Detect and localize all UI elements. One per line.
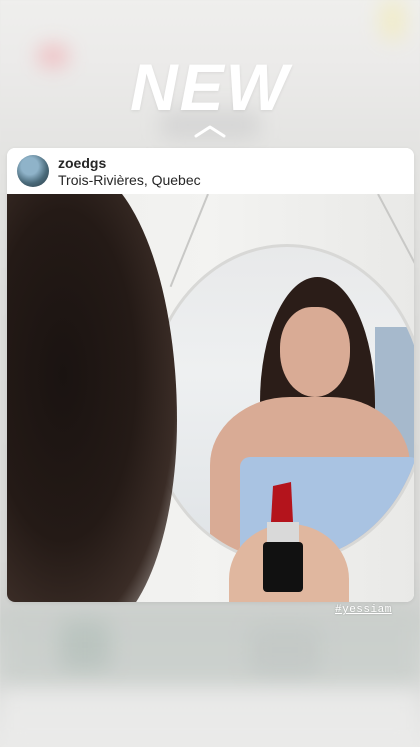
- mirror-chain: [377, 194, 414, 283]
- hashtag-sticker[interactable]: #yessiam: [335, 604, 392, 616]
- bg-blur-shape: [60, 620, 110, 670]
- bg-blur-shape: [380, 0, 405, 40]
- lipstick-icon: [263, 482, 303, 592]
- story-title: NEW: [130, 50, 290, 124]
- bg-blur-shape: [0, 690, 420, 747]
- chevron-up-icon[interactable]: [193, 124, 227, 138]
- post-card[interactable]: zoedgs Trois-Rivières, Quebec: [7, 148, 414, 602]
- username[interactable]: zoedgs: [58, 155, 106, 171]
- post-header: zoedgs Trois-Rivières, Quebec: [7, 148, 414, 194]
- reflection-face: [280, 307, 350, 397]
- location[interactable]: Trois-Rivières, Quebec: [58, 172, 201, 188]
- post-photo: [7, 194, 414, 602]
- avatar[interactable]: [17, 155, 49, 187]
- bg-blur-shape: [250, 625, 320, 675]
- foreground-hair: [7, 194, 177, 602]
- mirror-chain: [169, 194, 209, 288]
